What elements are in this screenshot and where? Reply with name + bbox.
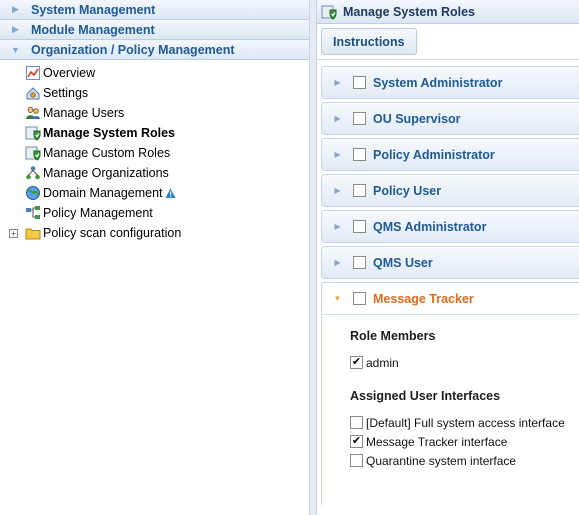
settings-icon [25, 85, 41, 101]
interface-label: Message Tracker interface [366, 434, 508, 449]
folder-icon [25, 225, 41, 241]
accordion-system-management[interactable]: ▶ System Management [0, 0, 309, 20]
panel-title: Manage System Roles [343, 4, 475, 19]
shield-icon [25, 125, 41, 141]
expand-arrow-icon: ▶ [334, 150, 341, 159]
expand-arrow-icon: ▶ [334, 114, 341, 123]
expand-arrow-icon: ▶ [334, 78, 341, 87]
tree-item-domain-management[interactable]: Domain Management [0, 183, 309, 203]
role-label: Policy Administrator [373, 147, 495, 162]
role-qms-administrator[interactable]: ▶ QMS Administrator [321, 210, 579, 243]
role-checkbox[interactable] [353, 256, 366, 269]
role-label: Policy User [373, 183, 442, 198]
navigation-tree: Overview Settings Manage Users Manage Sy… [0, 60, 309, 243]
role-policy-user[interactable]: ▶ Policy User [321, 174, 579, 207]
role-message-tracker[interactable]: ▼ Message Tracker [321, 282, 579, 315]
tree-item-policy-scan-configuration[interactable]: + Policy scan configuration [0, 223, 309, 243]
interface-label: [Default] Full system access interface [366, 415, 565, 430]
role-label: System Administrator [373, 75, 503, 90]
role-checkbox[interactable] [353, 184, 366, 197]
interface-row[interactable]: Quarantine system interface [350, 451, 579, 470]
accordion-organization-policy-management[interactable]: ▼ Organization / Policy Management [0, 40, 309, 60]
role-ou-supervisor[interactable]: ▶ OU Supervisor [321, 102, 579, 135]
roles-list: ▶ System Administrator ▶ OU Supervisor ▶… [317, 60, 579, 505]
role-members-heading: Role Members [350, 329, 436, 343]
chart-icon [25, 65, 41, 81]
member-checkbox[interactable]: ✔ [350, 356, 363, 369]
role-label: QMS User [373, 255, 433, 270]
tree-item-overview[interactable]: Overview [0, 63, 309, 83]
role-qms-user[interactable]: ▶ QMS User [321, 246, 579, 279]
tree-item-label: Policy Management [43, 206, 153, 220]
expand-arrow-icon: ▶ [12, 4, 19, 14]
shield-icon [25, 145, 41, 161]
shield-icon [321, 4, 337, 20]
accordion-label: System Management [31, 2, 156, 17]
tree-item-manage-custom-roles[interactable]: Manage Custom Roles [0, 143, 309, 163]
role-label: QMS Administrator [373, 219, 487, 234]
accordion-label: Organization / Policy Management [31, 42, 235, 57]
expand-arrow-icon: ▶ [12, 24, 19, 34]
organization-icon [25, 165, 41, 181]
interface-row[interactable]: [Default] Full system access interface [350, 413, 579, 432]
tree-item-label: Manage System Roles [43, 126, 175, 140]
users-icon [25, 105, 41, 121]
tree-item-manage-organizations[interactable]: Manage Organizations [0, 163, 309, 183]
toolbar: Instructions [317, 24, 579, 60]
tree-item-label: Overview [43, 66, 96, 80]
role-checkbox[interactable] [353, 76, 366, 89]
role-checkbox[interactable] [353, 292, 366, 305]
warning-icon [165, 188, 176, 199]
interface-checkbox[interactable]: ✔ [350, 435, 363, 448]
pane-splitter[interactable] [309, 0, 317, 515]
expand-arrow-icon: ▶ [334, 258, 341, 267]
role-label: Message Tracker [373, 291, 474, 306]
member-row[interactable]: ✔ admin [350, 353, 579, 372]
expand-arrow-icon: ▶ [334, 186, 341, 195]
left-navigation: ▶ System Management ▶ Module Management … [0, 0, 309, 515]
tree-item-label: Manage Custom Roles [43, 146, 171, 160]
tree-item-label: Policy scan configuration [43, 226, 182, 240]
domain-icon [25, 185, 41, 201]
interface-label: Quarantine system interface [366, 453, 517, 468]
collapse-arrow-icon: ▼ [11, 44, 20, 55]
role-system-administrator[interactable]: ▶ System Administrator [321, 66, 579, 99]
assigned-interfaces-heading: Assigned User Interfaces [350, 389, 501, 403]
instructions-button[interactable]: Instructions [321, 28, 417, 55]
tree-item-settings[interactable]: Settings [0, 83, 309, 103]
interface-row[interactable]: ✔ Message Tracker interface [350, 432, 579, 451]
role-checkbox[interactable] [353, 220, 366, 233]
tree-item-policy-management[interactable]: Policy Management [0, 203, 309, 223]
accordion-module-management[interactable]: ▶ Module Management [0, 20, 309, 40]
tree-item-label: Manage Organizations [43, 166, 169, 180]
tree-item-label: Settings [43, 86, 89, 100]
interface-checkbox[interactable] [350, 416, 363, 429]
tree-item-label: Manage Users [43, 106, 125, 120]
role-checkbox[interactable] [353, 112, 366, 125]
expand-arrow-icon: ▶ [334, 222, 341, 231]
role-details: Role Members ✔ admin Assigned User Inter… [321, 315, 579, 505]
member-label: admin [366, 355, 399, 370]
tree-item-label: Domain Management [43, 186, 163, 200]
panel-header: Manage System Roles [317, 0, 579, 24]
expand-plus-icon[interactable]: + [9, 228, 18, 238]
interface-checkbox[interactable] [350, 454, 363, 467]
policy-icon [25, 205, 41, 221]
tree-item-manage-system-roles[interactable]: Manage System Roles [0, 123, 309, 143]
collapse-arrow-icon: ▼ [333, 294, 342, 303]
role-policy-administrator[interactable]: ▶ Policy Administrator [321, 138, 579, 171]
role-checkbox[interactable] [353, 148, 366, 161]
accordion-label: Module Management [31, 22, 155, 37]
tree-item-manage-users[interactable]: Manage Users [0, 103, 309, 123]
role-label: OU Supervisor [373, 111, 461, 126]
main-panel: Manage System Roles Instructions ▶ Syste… [317, 0, 579, 515]
